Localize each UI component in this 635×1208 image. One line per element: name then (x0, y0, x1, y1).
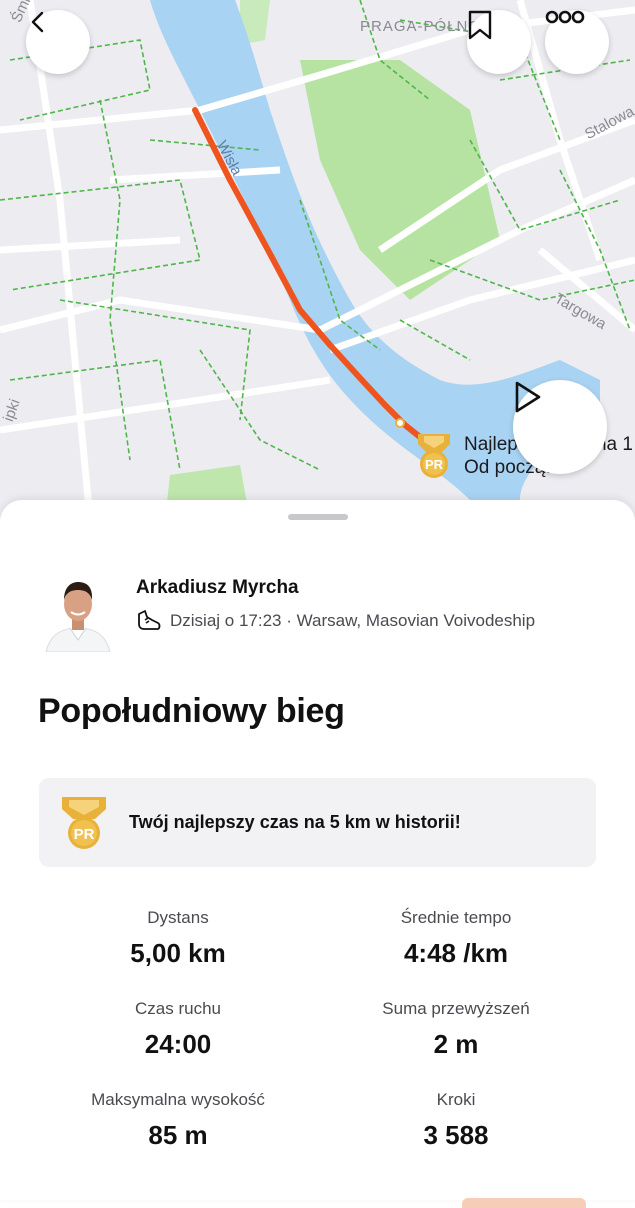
activity-date-location: Dzisiaj o 17:23 · Warsaw, Masovian Voivo… (170, 611, 536, 630)
activity-meta: Dzisiaj o 17:23 · Warsaw, Masovian Voivo… (136, 608, 535, 634)
route-pr-point (395, 418, 405, 428)
stat-value: 24:00 (144, 1029, 212, 1059)
stat-value: 85 m (148, 1120, 208, 1150)
stat-avg-pace: Średnie tempo 4:48 /km (316, 908, 596, 969)
activity-title: Popołudniowy bieg (38, 692, 345, 730)
stat-value: 5,00 km (130, 938, 226, 968)
stat-value: 3 588 (423, 1120, 489, 1150)
bookmark-icon (468, 10, 492, 40)
athlete-name[interactable]: Arkadiusz Myrcha (136, 577, 299, 599)
stat-max-elevation: Maksymalna wysokość 85 m (38, 1090, 318, 1151)
more-button[interactable] (545, 10, 609, 74)
stat-label: Czas ruchu (135, 999, 221, 1018)
achievement-banner[interactable]: PR Twój najlepszy czas na 5 km w histori… (39, 778, 596, 867)
achievement-text: Twój najlepszy czas na 5 km w historii! (129, 812, 461, 832)
activity-sheet: Arkadiusz Myrcha Dzisiaj o 17:23 · Warsa… (0, 500, 635, 1208)
stat-label: Średnie tempo (400, 908, 512, 927)
stat-label: Suma przewyższeń (382, 999, 530, 1018)
running-shoe-icon (138, 610, 161, 630)
stat-elevation-gain: Suma przewyższeń 2 m (316, 999, 596, 1060)
back-button[interactable] (26, 10, 90, 74)
stat-label: Dystans (147, 908, 209, 927)
stat-moving-time: Czas ruchu 24:00 (38, 999, 318, 1060)
route-map[interactable]: Śmiała PRAGA-PÓŁNOC Wisła Stalowa Targow… (0, 0, 635, 520)
svg-text:PR: PR (74, 826, 95, 843)
stat-value: 4:48 /km (403, 938, 509, 968)
avatar[interactable] (44, 576, 112, 653)
pr-medal-icon: PR (418, 434, 450, 478)
pr-medal-icon: PR (62, 796, 106, 849)
stat-label: Maksymalna wysokość (91, 1090, 265, 1109)
sheet-drag-handle[interactable] (288, 514, 348, 520)
stat-steps: Kroki 3 588 (316, 1090, 596, 1151)
stat-label: Kroki (436, 1090, 476, 1109)
stat-value: 2 m (433, 1029, 479, 1059)
chevron-left-icon (31, 11, 44, 33)
athlete-photo (44, 576, 112, 653)
bookmark-button[interactable] (467, 10, 531, 74)
svg-text:PR: PR (425, 457, 444, 472)
play-flyover-button[interactable] (513, 380, 607, 474)
stat-distance: Dystans 5,00 km (38, 908, 318, 969)
play-icon (515, 381, 541, 413)
more-dots-icon (545, 10, 585, 24)
